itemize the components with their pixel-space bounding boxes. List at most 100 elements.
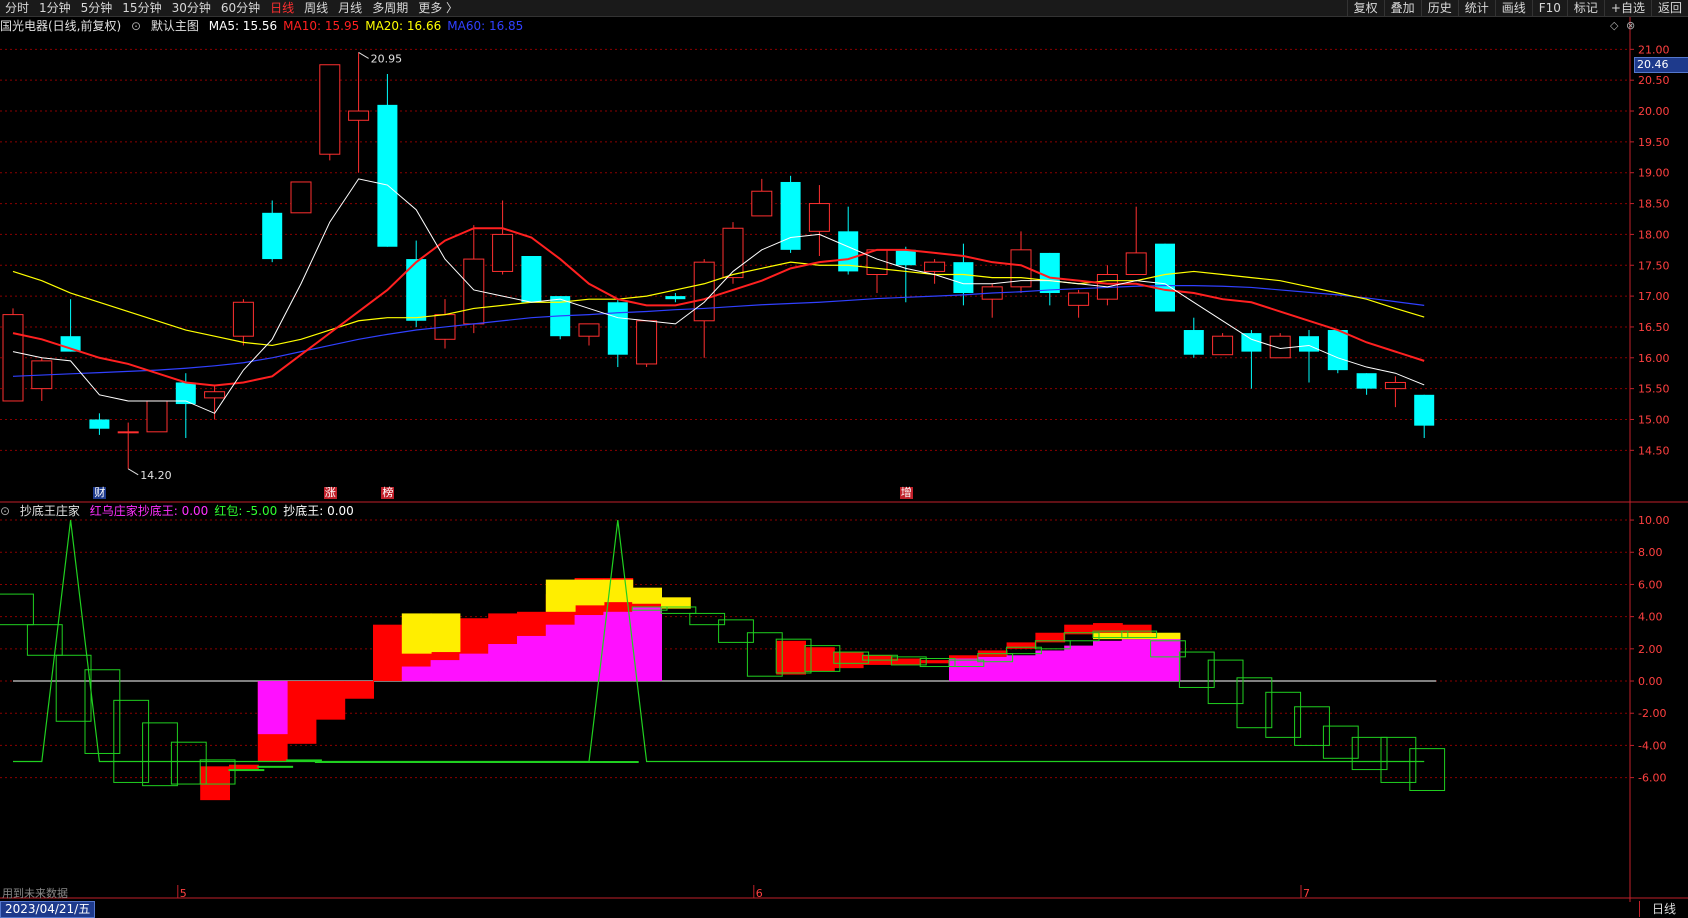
yellow-bar <box>1093 632 1123 640</box>
candle-body <box>89 419 110 429</box>
green-box <box>1207 659 1244 705</box>
red-bar <box>373 624 403 682</box>
candlestick-chart[interactable]: 21.00 20.50 20.00 19.50 19.00 18.50 18.00 17.50… <box>0 17 1688 519</box>
magenta-bar <box>603 611 634 682</box>
cursor-date: 2023/04/21/五 <box>0 901 96 918</box>
sub-legend: ⊙ 抄底王庄家 红乌庄家抄底王: 0.00 红包: -5.00 抄底王: 0.00 <box>0 503 366 519</box>
period-tab-7[interactable]: 周线 <box>299 0 333 16</box>
candle <box>607 299 628 368</box>
yellow-bar <box>430 613 461 653</box>
close-icon: ⊗ <box>1626 19 1635 32</box>
candle <box>981 283 1003 318</box>
price-tick-label: 20.50 <box>1638 74 1670 87</box>
indicator-legend-1: 红包: -5.00 <box>214 504 278 518</box>
period-tab-9[interactable]: 多周期 <box>367 0 413 16</box>
magenta-bar <box>1121 639 1152 682</box>
indicator-title[interactable]: 抄底王庄家 <box>20 504 80 518</box>
period-tab-5[interactable]: 60分钟 <box>216 0 265 16</box>
candle <box>1414 394 1435 438</box>
period-tab-1[interactable]: 1分钟 <box>34 0 76 16</box>
candle <box>665 293 686 303</box>
candle <box>1356 373 1377 395</box>
last-price-label: 20.46 <box>1634 57 1688 73</box>
price-tick-label: 18.00 <box>1638 228 1670 241</box>
candle-body <box>1183 330 1204 355</box>
price-tick-label: 19.00 <box>1638 167 1670 180</box>
red-bar <box>200 766 230 801</box>
period-tab-3[interactable]: 15分钟 <box>117 0 166 16</box>
toolbar-action-1[interactable]: 叠加 <box>1383 0 1421 16</box>
toolbar-action-4[interactable]: 画线 <box>1494 0 1532 16</box>
ma-legend-items: MA5: 15.56 MA10: 15.95 MA20: 16.66 MA60: 16… <box>209 19 530 33</box>
collapse-icon[interactable]: ⊙ <box>131 19 141 33</box>
magenta-bar <box>459 653 490 682</box>
candle-body <box>1039 252 1060 294</box>
price-tick-label: 15.50 <box>1638 383 1670 396</box>
high-price-label: 20.95 <box>371 52 403 65</box>
toolbar-action-8[interactable]: 返回 <box>1650 0 1688 16</box>
stock-title[interactable]: 国光电器(日线,前复权) <box>0 19 121 33</box>
price-tick-label: 17.00 <box>1638 290 1670 303</box>
candle <box>1125 206 1147 276</box>
main-legend: 国光电器(日线,前复权) ⊙ 默认主图 MA5: 15.56 MA10: 15.9… <box>0 18 535 34</box>
candle-body <box>895 249 916 266</box>
candle-body <box>866 249 888 276</box>
toolbar-action-5[interactable]: F10 <box>1531 0 1567 16</box>
event-mark-2[interactable]: 榜 <box>381 487 395 499</box>
period-tab-6[interactable]: 日线 <box>265 0 299 16</box>
magenta-bar <box>1064 645 1094 682</box>
period-tab-10[interactable]: 更多 〉 <box>413 0 463 16</box>
price-tick-label: 20.00 <box>1638 105 1670 118</box>
price-tick-label: 17.50 <box>1638 259 1670 272</box>
red-bar <box>833 652 864 669</box>
toolbar-action-3[interactable]: 统计 <box>1457 0 1495 16</box>
indicator-legend-2: 抄底王: 0.00 <box>283 504 354 518</box>
toolbar-action-2[interactable]: 历史 <box>1420 0 1458 16</box>
magenta-bar <box>545 624 576 682</box>
candle-body <box>693 261 715 322</box>
candle-body <box>953 262 974 294</box>
event-mark-1[interactable]: 涨 <box>323 487 337 499</box>
period-tab-0[interactable]: 分时 <box>0 0 34 16</box>
template-name[interactable]: 默认主图 <box>151 19 199 33</box>
yellow-bar <box>574 579 605 606</box>
price-tick-label: 18.50 <box>1638 198 1670 211</box>
candle-body <box>521 256 542 303</box>
toolbar-action-0[interactable]: 复权 <box>1346 0 1384 16</box>
candle-body <box>492 233 514 272</box>
candle-body <box>751 190 773 217</box>
event-mark-0[interactable]: 财 <box>93 487 107 499</box>
candle-body <box>607 302 628 355</box>
indicator-tick-label: 4.00 <box>1638 611 1663 624</box>
candle-body <box>1068 292 1090 306</box>
period-tab-8[interactable]: 月线 <box>333 0 367 16</box>
green-box <box>689 612 726 626</box>
indicator-chart[interactable]: 10.00 8.00 6.00 4.00 2.00 0.00 -2.00 -4.00 -6.00… <box>0 502 1688 902</box>
indicator-tick-label: 8.00 <box>1638 546 1663 559</box>
period-tab-2[interactable]: 5分钟 <box>76 0 118 16</box>
event-mark-3[interactable]: 增 <box>899 487 913 499</box>
collapse-icon[interactable]: ⊙ <box>0 504 10 518</box>
period-indicator[interactable]: 日线 <box>1639 901 1688 917</box>
candle-body <box>262 212 283 260</box>
magenta-bar <box>517 635 547 682</box>
toolbar-action-6[interactable]: 标记 <box>1566 0 1604 16</box>
toolbar-action-7[interactable]: +自选 <box>1603 0 1651 16</box>
red-bar <box>891 658 922 665</box>
green-box <box>1322 725 1359 759</box>
candle-body <box>1384 381 1406 390</box>
candle-body <box>1414 394 1435 426</box>
green-box <box>228 769 265 772</box>
candle-body <box>1125 252 1147 276</box>
price-tick-label: 21.00 <box>1638 43 1670 56</box>
period-tab-4[interactable]: 30分钟 <box>167 0 216 16</box>
green-box <box>1380 736 1417 783</box>
green-box <box>257 765 294 768</box>
red-bar <box>920 660 950 664</box>
candle-body <box>1299 336 1319 352</box>
red-bar <box>315 681 346 720</box>
candle <box>117 422 139 469</box>
red-bar <box>229 764 259 770</box>
candle <box>377 74 398 247</box>
candle <box>1384 376 1406 408</box>
